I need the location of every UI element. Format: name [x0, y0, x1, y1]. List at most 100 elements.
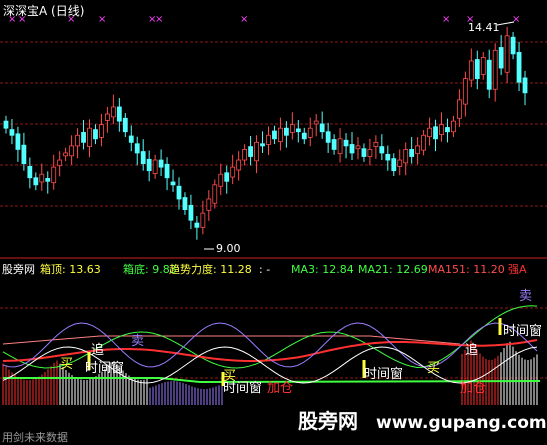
candle-body: [516, 52, 522, 83]
candle-body: [474, 59, 480, 80]
signal-label: 追: [465, 342, 478, 358]
candle-body: [367, 149, 373, 157]
candle-body: [81, 132, 86, 143]
candle-body: [134, 143, 140, 154]
candle-body: [146, 158, 152, 172]
candle-body: [105, 113, 110, 121]
signal-label: 时间窗: [85, 360, 124, 376]
lower-panel: 买追卖时间窗买时间窗 加仓时间窗 买追加仓卖时间窗: [2, 289, 542, 405]
candle-body: [93, 129, 98, 140]
candle-body: [492, 49, 498, 90]
indicator-item: 强A: [508, 263, 527, 276]
candle-body: [200, 212, 206, 228]
candle-body: [236, 159, 242, 171]
candle-body: [415, 145, 421, 155]
candle-body: [230, 166, 236, 178]
candle-body: [170, 181, 176, 186]
signal-label: 时间窗: [503, 323, 542, 339]
candle-body: [468, 60, 474, 81]
candle-body: [212, 184, 218, 204]
candle-body: [176, 185, 182, 200]
candle-body: [319, 123, 325, 133]
indicator-item: MA3: 12.84: [291, 263, 354, 276]
chart-canvas: × × × × ×× × × × × 买追卖时间窗买时间窗 加仓时间窗 买追加仓卖时间窗 深深宝A …: [0, 4, 547, 444]
signal-label: 买: [427, 361, 440, 376]
candle-body: [152, 159, 158, 174]
candle-body: [15, 133, 21, 150]
candle-body: [379, 146, 385, 154]
candle-body: [313, 120, 319, 125]
candle-body: [21, 144, 27, 164]
signal-label: 时间窗: [223, 380, 262, 396]
candle-body: [331, 139, 337, 150]
candle-body: [462, 78, 468, 105]
candle-body: [498, 47, 504, 69]
chart-title: 深深宝A (日线): [3, 4, 84, 18]
candle-body: [504, 35, 510, 73]
chart-root: × × × × × × × × × × 买追卖时间窗买时间窗 加仓 时间窗买追加仓卖时间窗 深深宝A …: [0, 0, 547, 445]
candle-body: [421, 134, 426, 151]
candle-body: [51, 166, 57, 184]
candle-body: [140, 151, 146, 164]
candle-body: [164, 163, 170, 179]
candle-body: [349, 144, 355, 154]
candle-body: [87, 127, 92, 147]
candle-body: [301, 132, 307, 140]
candle-body: [373, 141, 379, 147]
candle-body: [295, 128, 301, 133]
candle-body: [445, 127, 450, 133]
candle-body: [361, 148, 367, 157]
candle-body: [343, 139, 349, 147]
top-mark: ×: [512, 14, 520, 25]
signal-label: 卖: [131, 334, 144, 349]
candle-body: [266, 134, 271, 145]
candle-body: [110, 106, 116, 118]
candle-body: [224, 172, 230, 182]
indicator-item: 趋势力度: 11.28: [169, 262, 252, 276]
candle-body: [33, 177, 39, 186]
candle-body: [289, 124, 295, 133]
candle-body: [194, 222, 200, 228]
indicator-values: 箱顶: 13.63 箱底: 9.83趋势力度: 11.28: - MA3: 12.8…: [40, 262, 527, 276]
candle-body: [206, 198, 212, 211]
candle-body: [522, 77, 528, 94]
watermark-main: 股旁网: [298, 409, 358, 433]
top-mark: ×: [155, 14, 163, 25]
footer-label: 用剑未来数据: [2, 430, 68, 444]
candle-body: [75, 134, 80, 147]
candle-body: [325, 131, 331, 143]
top-mark: ×: [240, 14, 248, 25]
candle-body: [391, 158, 397, 172]
candle-body: [486, 59, 492, 90]
candle-body: [260, 143, 265, 147]
indicator-item: 箱顶: 13.63: [40, 262, 101, 276]
candle-body: [433, 126, 438, 140]
top-mark: ×: [98, 14, 106, 25]
candle-body: [337, 138, 343, 155]
candle-body: [128, 135, 134, 143]
signal-label: 买: [60, 357, 73, 372]
candle-body: [510, 36, 516, 55]
signal-label: 追: [91, 342, 104, 358]
candles: [3, 26, 528, 240]
top-marks: × × × × ×× × × × ×: [8, 14, 520, 25]
candle-body: [451, 120, 456, 133]
candle-body: [158, 159, 164, 168]
candle-body: [218, 173, 224, 187]
candle-body: [403, 149, 409, 164]
indicator-item: MA151: 11.20: [428, 263, 505, 276]
candle-body: [439, 124, 444, 135]
watermark-url: www.gupang.com: [376, 413, 547, 433]
candle-body: [307, 127, 313, 138]
site-label: 股旁网: [2, 262, 35, 276]
signal-label: 加仓: [267, 381, 293, 396]
candle-body: [188, 204, 194, 221]
candle-body: [242, 149, 248, 161]
candle-body: [9, 129, 15, 136]
candle-body: [57, 159, 63, 167]
candle-body: [385, 153, 391, 161]
candle-body: [45, 178, 51, 182]
candle-body: [409, 149, 415, 157]
high-price-label: 14.41: [468, 21, 500, 34]
signal-label: 卖: [519, 289, 532, 304]
